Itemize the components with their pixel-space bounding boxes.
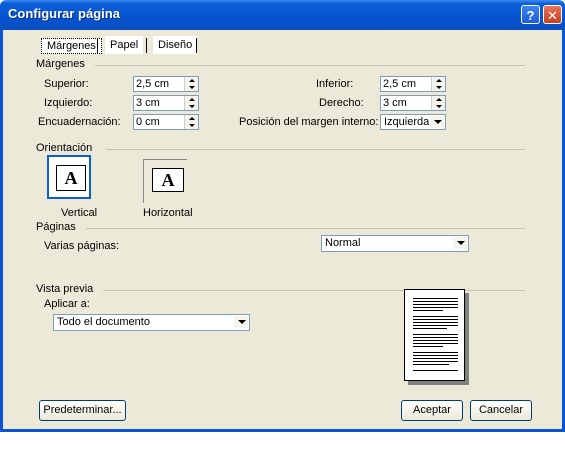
group-divider [106,149,525,150]
derecho-value[interactable]: 3 cm [383,97,407,109]
tab-papel[interactable]: Papel [105,36,144,54]
aplicar-select[interactable]: Todo el documento [53,314,250,331]
posicion-label: Posición del margen interno: [239,116,379,128]
group-divider [86,228,525,229]
izquierdo-value[interactable]: 3 cm [136,97,160,109]
varias-value[interactable]: Normal [325,237,360,249]
help-icon[interactable]: ? [521,5,540,24]
posicion-value[interactable]: Izquierda [384,116,429,128]
spin-up-icon[interactable] [431,96,445,103]
close-icon[interactable]: ✕ [543,5,562,24]
title-bar[interactable]: Configurar página ? ✕ [0,0,565,30]
spin-down-icon[interactable] [184,84,198,91]
chevron-down-icon[interactable] [430,116,444,128]
spin-down-icon[interactable] [184,122,198,129]
vertical-label: Vertical [61,207,98,219]
orientation-horizontal-button[interactable]: A [143,159,187,203]
superior-spinner[interactable]: 2,5 cm [133,76,199,92]
orientation-group-label: Orientación [36,142,93,154]
ok-button[interactable]: Aceptar [401,400,463,421]
spin-up-icon[interactable] [184,96,198,103]
tab-margenes[interactable]: Márgenes [41,38,102,54]
pages-group-label: Páginas [36,221,76,233]
spin-up-icon[interactable] [184,77,198,84]
landscape-page-icon: A [152,168,184,192]
derecho-label: Derecho: [319,97,364,109]
superior-label: Superior: [44,78,89,90]
spin-up-icon[interactable] [431,77,445,84]
spin-down-icon[interactable] [431,84,445,91]
encuadernacion-spinner[interactable]: 0 cm [133,114,199,130]
group-divider [95,65,525,66]
chevron-down-icon[interactable] [234,316,248,328]
izquierdo-label: Izquierdo: [44,97,93,109]
window-frame: Márgenes Papel Diseño Márgenes Superior:… [0,30,565,432]
tab-divider [196,38,197,53]
tab-diseno[interactable]: Diseño [153,36,198,54]
superior-value[interactable]: 2,5 cm [136,78,169,90]
encuadernacion-label: Encuadernación: [38,116,121,128]
margins-group-label: Márgenes [36,58,85,70]
inferior-label: Inferior: [316,78,354,90]
derecho-spinner[interactable]: 3 cm [380,95,446,111]
tab-divider [146,38,147,53]
varias-select[interactable]: Normal [321,235,469,252]
horizontal-label: Horizontal [143,207,193,219]
spin-down-icon[interactable] [431,103,445,110]
dialog-body: Márgenes Papel Diseño Márgenes Superior:… [3,30,562,429]
izquierdo-spinner[interactable]: 3 cm [133,95,199,111]
preview-group-label: Vista previa [36,283,94,295]
inferior-spinner[interactable]: 2,5 cm [380,76,446,92]
orientation-vertical-button[interactable]: A [47,155,91,199]
varias-label: Varias páginas: [44,240,120,252]
encuadernacion-value[interactable]: 0 cm [136,116,160,128]
tab-divider [97,38,98,53]
chevron-down-icon[interactable] [453,237,467,249]
aplicar-label: Aplicar a: [44,298,90,310]
spin-up-icon[interactable] [184,115,198,122]
dialog-title: Configurar página [8,6,120,21]
cancel-button[interactable]: Cancelar [470,400,532,421]
inferior-value[interactable]: 2,5 cm [383,78,416,90]
aplicar-value[interactable]: Todo el documento [57,316,150,328]
posicion-select[interactable]: Izquierda [380,114,446,130]
spin-down-icon[interactable] [184,103,198,110]
default-button[interactable]: Predeterminar... [39,400,126,421]
preview-page [404,289,465,381]
portrait-page-icon: A [56,165,86,191]
page-setup-dialog: Configurar página ? ✕ Márgenes Papel Dis… [0,0,565,432]
